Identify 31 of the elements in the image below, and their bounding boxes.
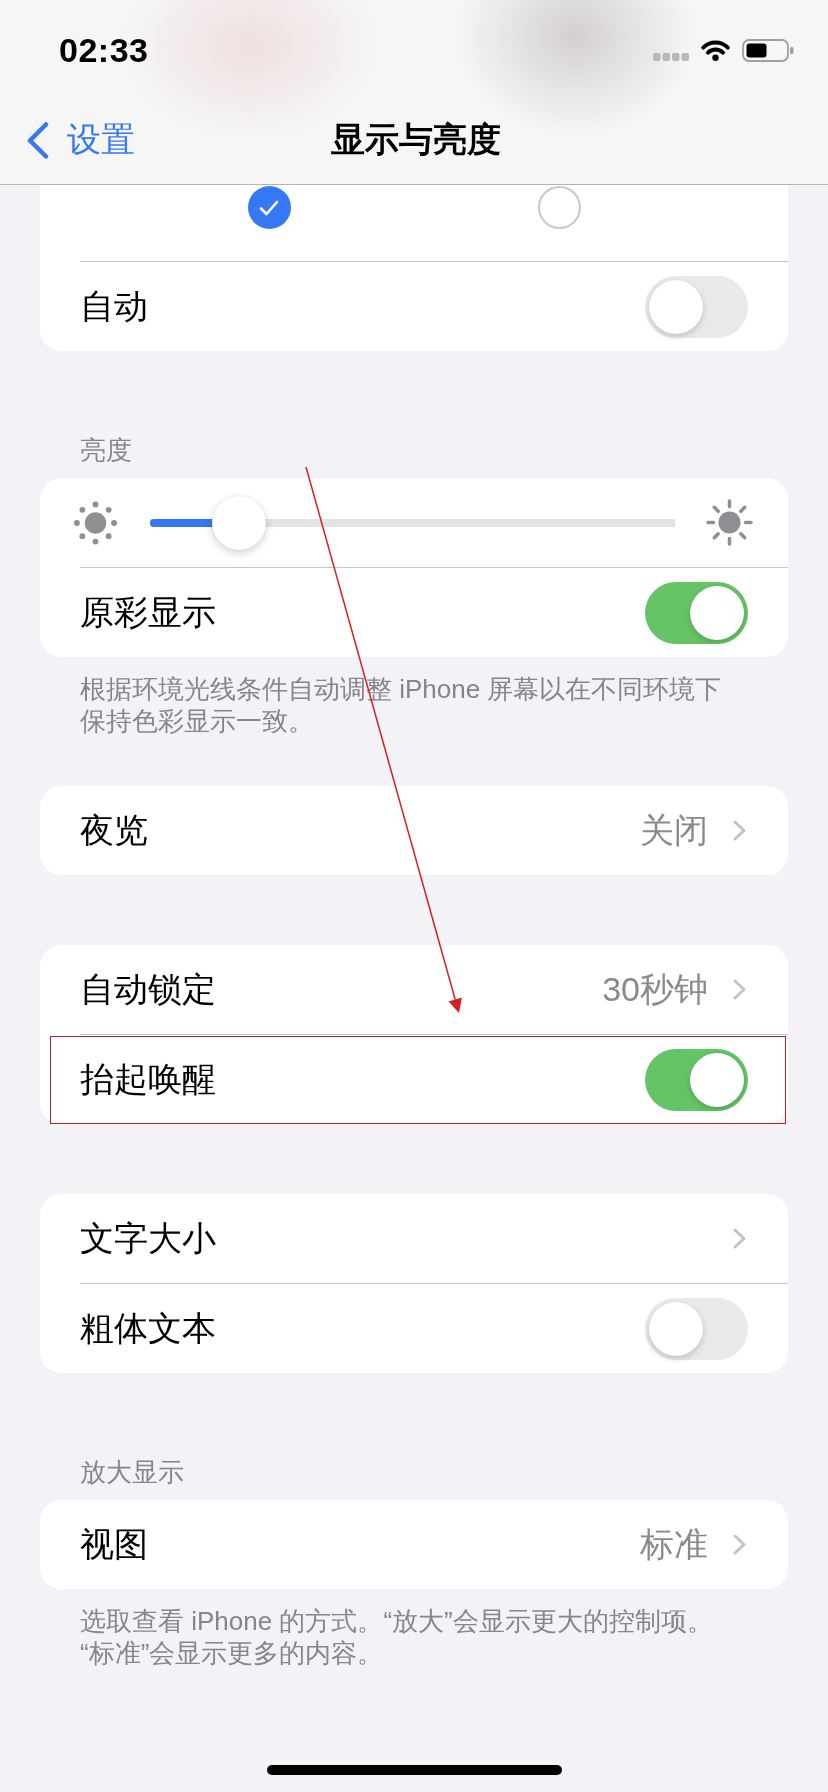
back-chevron-icon <box>26 121 49 159</box>
wifi-icon <box>700 39 731 61</box>
setting-label[interactable]: 视图 <box>80 1521 148 1568</box>
setting-value: 关闭 <box>640 809 708 851</box>
setting-value: 30秒钟 <box>602 968 708 1010</box>
slider-thumb[interactable] <box>212 495 267 550</box>
section-header: 亮度 <box>80 435 132 465</box>
setting-label: 自动 <box>80 285 148 327</box>
status-time: 02:33 <box>59 30 149 70</box>
setting-label: 原彩显示 <box>80 591 216 633</box>
setting-label[interactable]: 夜览 <box>80 807 148 854</box>
battery-icon <box>742 38 794 62</box>
chevron-icon <box>733 979 746 1000</box>
section-footer: 选取查看 iPhone 的方式。“放大”会显示更大的控制项。 “标准”会显示更多的内容。 <box>80 1605 713 1669</box>
checkmark-icon <box>259 199 279 216</box>
nav-title: 显示与亮度 <box>331 119 501 160</box>
cellular-signal-icon <box>653 53 689 61</box>
dim-sun-icon <box>74 500 117 545</box>
setting-label: 粗体文本 <box>80 1307 216 1349</box>
chevron-icon <box>733 1534 746 1555</box>
setting-value: 标准 <box>640 1523 708 1565</box>
section-header: 放大显示 <box>80 1457 184 1487</box>
setting-label: 抬起唤醒 <box>80 1058 216 1100</box>
setting-label[interactable]: 自动锁定 <box>80 966 216 1013</box>
chevron-icon <box>733 1228 746 1249</box>
back-button[interactable]: 设置 <box>26 117 135 163</box>
bright-sun-icon <box>706 499 753 546</box>
option-radio[interactable] <box>247 186 291 229</box>
option-radio[interactable] <box>537 186 581 229</box>
chevron-icon <box>733 820 746 841</box>
setting-label[interactable]: 文字大小 <box>80 1215 216 1262</box>
